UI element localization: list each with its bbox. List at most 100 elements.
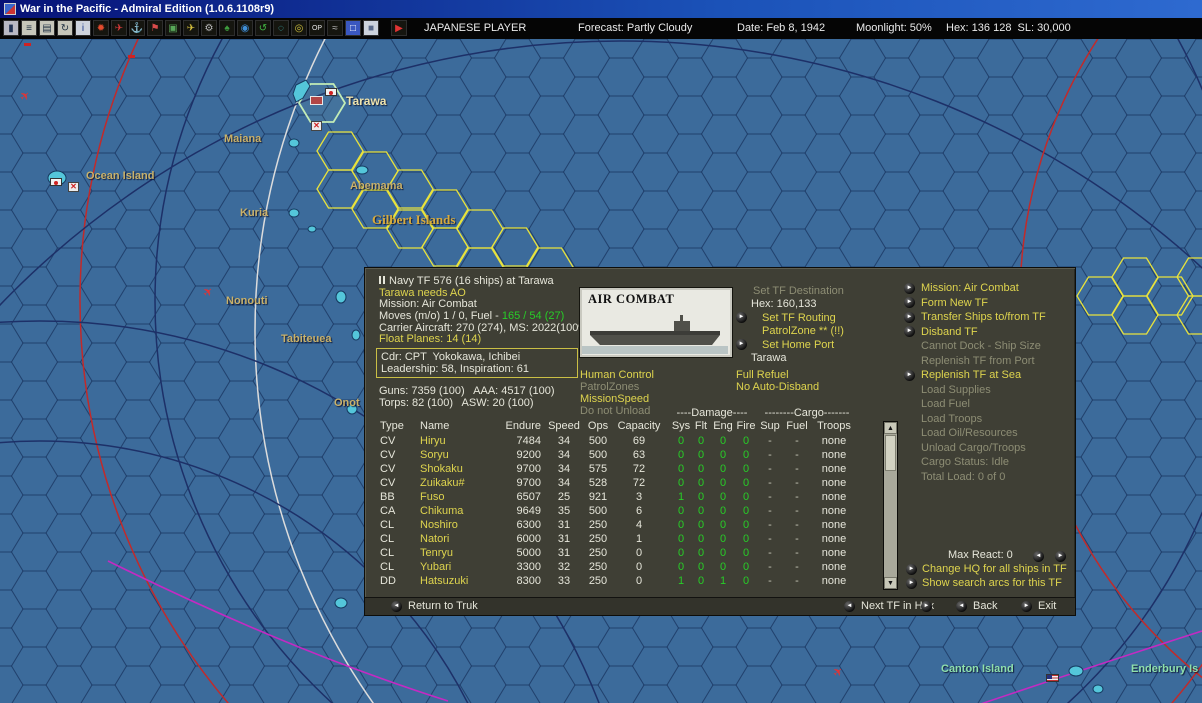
naval-icon[interactable]: ⚓ (129, 20, 145, 36)
ship-speed: 34 (557, 435, 571, 447)
strategic-map[interactable]: Tarawa Maiana Ocean Island Abemama Kuria Gilb… (0, 39, 1202, 703)
display-icon[interactable]: □ (345, 20, 361, 36)
ship-type: CV (380, 463, 396, 475)
search-arcs-arrow-icon[interactable]: ► (906, 578, 917, 589)
column-header-fire: Fire (736, 420, 756, 432)
ship-speed: 34 (557, 449, 571, 461)
return-arrow-icon[interactable]: ◄ (391, 601, 402, 612)
signal-icon[interactable]: ≈ (327, 20, 343, 36)
ship-speed: 33 (557, 575, 571, 587)
ship-eng: 0 (719, 463, 727, 475)
ship-eng: 0 (719, 477, 727, 489)
ship-name[interactable]: Zuikaku# (420, 477, 496, 489)
ship-endure: 9649 (516, 505, 541, 517)
search-icon[interactable]: ◌ (273, 20, 289, 36)
recycle-icon[interactable]: ↺ (255, 20, 271, 36)
app-icon (4, 3, 16, 15)
ship-name[interactable]: Natori (420, 533, 496, 545)
exit-button[interactable]: Exit (1038, 600, 1056, 613)
op-icon[interactable]: OP (309, 20, 325, 36)
enemy-aircraft-marker: ✈ (829, 663, 847, 681)
scrollbar-thumb[interactable] (885, 435, 896, 471)
ship-name[interactable]: Fuso (420, 491, 496, 503)
ship-name[interactable]: Soryu (420, 449, 496, 461)
target-icon[interactable]: ◎ (291, 20, 307, 36)
orders-icon[interactable]: ≡ (21, 20, 37, 36)
ship-name[interactable]: Hiryu (420, 435, 496, 447)
ship-sup: - (768, 519, 772, 531)
column-header-speed: Speed (548, 420, 580, 432)
save-icon[interactable]: ▮ (3, 20, 19, 36)
ship-fuel: - (795, 533, 799, 545)
ship-speed: 34 (557, 463, 571, 475)
ship-sys: 0 (677, 449, 685, 461)
ship-eng: 0 (719, 435, 727, 447)
ship-name[interactable]: Hatsuzuki (420, 575, 496, 587)
flag-icon[interactable]: ⚑ (147, 20, 163, 36)
ship-sup: - (768, 533, 772, 545)
ship-name[interactable]: Shokaku (420, 463, 496, 475)
reports-icon[interactable]: ▤ (39, 20, 55, 36)
ship-troops: none (821, 561, 847, 573)
tree-icon[interactable]: ♠ (219, 20, 235, 36)
return-to-truk-button[interactable]: Return to Truk (408, 600, 478, 613)
ship-flt: 0 (697, 491, 705, 503)
react-decrease-icon[interactable]: ◄ (1033, 551, 1044, 562)
player-indicator: JAPANESE PLAYER (424, 22, 527, 34)
next-tf-arrow-icon[interactable]: ► (921, 601, 932, 612)
exit-arrow-icon[interactable]: ► (1021, 601, 1032, 612)
ship-name[interactable]: Chikuma (420, 505, 496, 517)
window-icon[interactable]: ■ (363, 20, 379, 36)
ship-fire: 0 (742, 561, 750, 573)
ship-table-scrollbar[interactable]: ▲ ▼ (884, 422, 897, 589)
ship-sup: - (768, 477, 772, 489)
ship-flt: 0 (697, 449, 705, 461)
prev-tf-arrow-icon[interactable]: ◄ (844, 601, 855, 612)
change-hq-arrow-icon[interactable]: ► (906, 564, 917, 575)
change-hq-button[interactable]: Change HQ for all ships in TF (922, 563, 1067, 575)
ship-ops: 500 (588, 505, 608, 517)
column-header-capacity: Capacity (617, 420, 661, 432)
scroll-up-icon[interactable]: ▲ (884, 422, 897, 434)
scroll-down-icon[interactable]: ▼ (884, 577, 897, 589)
ship-flt: 0 (697, 463, 705, 475)
search-arcs-button[interactable]: Show search arcs for this TF (922, 577, 1062, 589)
globe-icon[interactable]: ◉ (237, 20, 253, 36)
industry-icon[interactable]: ⚙ (201, 20, 217, 36)
ship-fire: 0 (742, 519, 750, 531)
ship-capacity: 1 (635, 533, 643, 545)
ship-flt: 0 (697, 435, 705, 447)
ship-name[interactable]: Yubari (420, 561, 496, 573)
air-groups-icon[interactable]: ✈ (183, 20, 199, 36)
ship-ops: 528 (588, 477, 608, 489)
ship-fuel: - (795, 463, 799, 475)
react-increase-icon[interactable]: ► (1055, 551, 1066, 562)
play-icon[interactable]: ▶ (391, 20, 407, 36)
ship-capacity: 63 (632, 449, 646, 461)
ground-forces-icon[interactable]: ▣ (165, 20, 181, 36)
ship-type: CA (380, 505, 396, 517)
ship-capacity: 0 (635, 575, 643, 587)
ship-endure: 6000 (516, 533, 541, 545)
info-icon[interactable]: i (75, 20, 91, 36)
ship-speed: 31 (557, 519, 571, 531)
refresh-icon[interactable]: ↻ (57, 20, 73, 36)
ship-speed: 34 (557, 477, 571, 489)
back-arrow-icon[interactable]: ◄ (956, 601, 967, 612)
ship-troops: none (821, 505, 847, 517)
enemy-air-icon[interactable]: ✈ (111, 20, 127, 36)
ship-type: CL (380, 533, 395, 545)
back-button[interactable]: Back (973, 600, 997, 613)
ship-name[interactable]: Noshiro (420, 519, 496, 531)
ship-fire: 0 (742, 533, 750, 545)
ship-type: CV (380, 435, 396, 447)
ship-fuel: - (795, 435, 799, 447)
ship-sys: 1 (677, 491, 685, 503)
window-title: War in the Pacific - Admiral Edition (1.… (20, 3, 275, 15)
ship-eng: 0 (719, 491, 727, 503)
ship-type: DD (380, 575, 396, 587)
ship-name[interactable]: Tenryu (420, 547, 496, 559)
weather-icon[interactable]: ✹ (93, 20, 109, 36)
ship-capacity: 4 (635, 519, 643, 531)
ship-fire: 0 (742, 463, 750, 475)
